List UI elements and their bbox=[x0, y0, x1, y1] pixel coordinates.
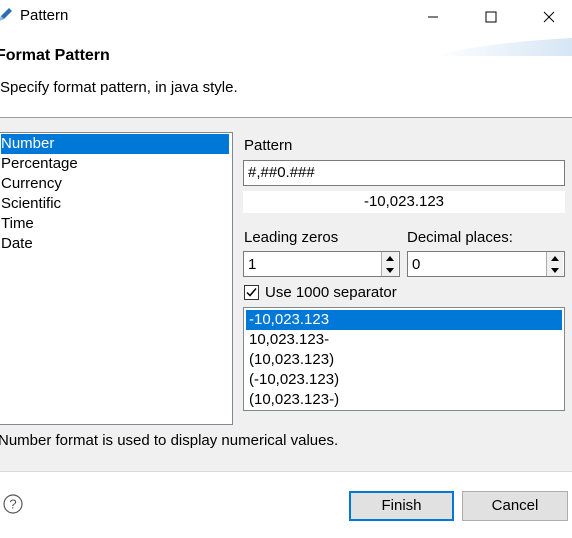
pattern-input[interactable]: #,##0.### bbox=[243, 160, 565, 186]
use-separator-label[interactable]: Use 1000 separator bbox=[265, 284, 397, 301]
arrow-down-icon bbox=[386, 267, 394, 273]
maximize-button[interactable] bbox=[468, 0, 514, 34]
pattern-preview: -10,023.123 bbox=[243, 191, 565, 213]
list-item[interactable]: Number bbox=[1, 134, 229, 154]
title-bar: Pattern bbox=[0, 0, 572, 34]
pencil-icon bbox=[0, 8, 12, 21]
list-item[interactable]: Time bbox=[1, 214, 229, 234]
list-item[interactable]: Date bbox=[1, 234, 229, 254]
leading-zeros-label: Leading zeros bbox=[244, 229, 339, 246]
svg-text:?: ? bbox=[9, 497, 16, 512]
arrow-up-icon bbox=[386, 255, 394, 261]
negative-format-list[interactable]: -10,023.123 10,023.123- (10,023.123) (-1… bbox=[243, 307, 565, 411]
format-info-text: Number format is used to display numeric… bbox=[0, 432, 339, 449]
spin-down-button[interactable] bbox=[381, 264, 398, 276]
arrow-down-icon bbox=[551, 267, 559, 273]
window-title: Pattern bbox=[20, 7, 69, 24]
decimal-places-spinner[interactable]: 0 bbox=[407, 251, 565, 277]
cancel-button[interactable]: Cancel bbox=[462, 491, 568, 521]
leading-zeros-value[interactable]: 1 bbox=[248, 256, 256, 273]
help-icon[interactable]: ? bbox=[3, 494, 23, 514]
dialog-description: Specify format pattern, in java style. bbox=[0, 79, 238, 96]
list-item[interactable]: -10,023.123 bbox=[246, 310, 562, 330]
checkmark-icon bbox=[246, 288, 257, 297]
list-item[interactable]: (-10,023.123) bbox=[246, 370, 562, 390]
spin-down-button[interactable] bbox=[546, 264, 563, 276]
spinner-buttons bbox=[381, 252, 399, 276]
close-icon bbox=[543, 11, 555, 23]
leading-zeros-spinner[interactable]: 1 bbox=[243, 251, 400, 277]
finish-button[interactable]: Finish bbox=[349, 491, 454, 521]
list-item[interactable]: (10,023.123) bbox=[246, 350, 562, 370]
minimize-icon bbox=[428, 16, 438, 18]
dialog-title: Format Pattern bbox=[0, 47, 110, 64]
minimize-button[interactable] bbox=[410, 0, 456, 34]
use-separator-checkbox[interactable] bbox=[244, 285, 259, 300]
decimal-places-value[interactable]: 0 bbox=[412, 256, 420, 273]
list-item[interactable]: (10,023.123-) bbox=[246, 390, 562, 410]
maximize-icon bbox=[485, 11, 497, 23]
spinner-buttons bbox=[546, 252, 564, 276]
header-decoration bbox=[432, 38, 572, 56]
list-item[interactable]: Scientific bbox=[1, 194, 229, 214]
spin-up-button[interactable] bbox=[381, 252, 398, 264]
close-button[interactable] bbox=[526, 0, 572, 34]
pattern-label: Pattern bbox=[244, 137, 293, 154]
list-item[interactable]: 10,023.123- bbox=[246, 330, 562, 350]
category-list[interactable]: Number Percentage Currency Scientific Ti… bbox=[0, 132, 233, 425]
list-item[interactable]: Currency bbox=[1, 174, 229, 194]
decimal-places-label: Decimal places: bbox=[407, 229, 513, 246]
spin-up-button[interactable] bbox=[546, 252, 563, 264]
list-item[interactable]: Percentage bbox=[1, 154, 229, 174]
footer-divider bbox=[0, 471, 572, 472]
arrow-up-icon bbox=[551, 255, 559, 261]
